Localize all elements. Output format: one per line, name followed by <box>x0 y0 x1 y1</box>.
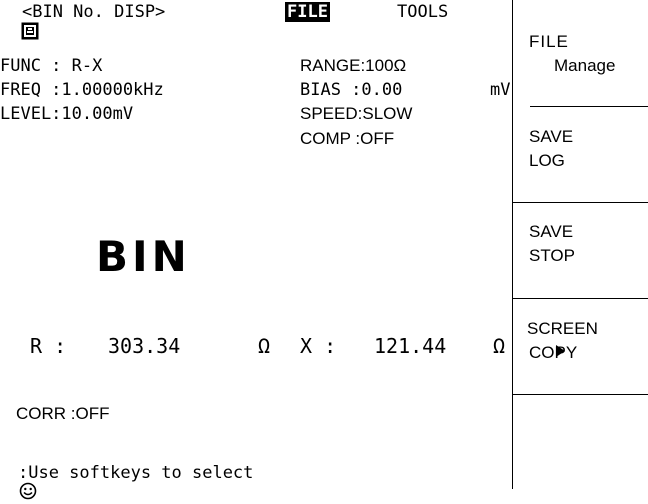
r-label: R : <box>30 334 67 358</box>
softkey-label-line2: LOG <box>529 151 565 170</box>
lock-icon <box>2 3 39 40</box>
softkey-label-line1: SAVE <box>529 127 574 146</box>
softkey-label-line1: FILE <box>529 32 569 51</box>
param-level: LEVEL:10.00mV <box>0 104 134 124</box>
param-bias: BIAS :0.00 <box>300 80 403 100</box>
x-unit: Ω <box>493 334 506 358</box>
param-speed: SPEED:SLOW <box>300 104 413 123</box>
selected-arrow-icon <box>517 323 565 357</box>
softkey-save-stop[interactable]: SAVE STOP <box>513 202 648 298</box>
softkey-separator <box>513 394 648 395</box>
softkey-label-line2: COPY <box>529 343 578 362</box>
smiley-icon <box>0 463 37 500</box>
param-freq: FREQ :1.00000kHz <box>0 80 164 100</box>
r-unit: Ω <box>258 334 271 358</box>
page-title: <BIN No. DISP> <box>22 2 166 22</box>
param-func: FUNC : R-X <box>0 56 103 76</box>
softkey-label-line1: SAVE <box>529 222 574 241</box>
menu-tools[interactable]: TOOLS <box>397 2 448 22</box>
status-message: :Use softkeys to select <box>18 463 254 483</box>
softkey-label-line2: STOP <box>529 246 575 265</box>
softkey-save-log[interactable]: SAVE LOG <box>513 106 648 202</box>
param-range: RANGE:100Ω <box>300 56 407 75</box>
lcr-meter-screen: { "header": { "page_title": "<BIN No. DI… <box>0 0 648 500</box>
corr-status: CORR :OFF <box>16 404 110 423</box>
x-label: X : <box>300 334 337 358</box>
bin-label: BIN <box>96 232 191 281</box>
softkey-label-line2: Manage <box>554 56 616 75</box>
param-bias-unit: mV <box>490 80 511 100</box>
softkey-screen-copy[interactable]: SCREEN COPY <box>513 298 648 394</box>
menu-file[interactable]: FILE <box>285 2 330 22</box>
param-comp: COMP :OFF <box>300 129 395 148</box>
softkey-file-manage[interactable]: FILE Manage <box>513 0 648 96</box>
r-value: 303.34 <box>108 334 181 358</box>
softkey-label-line1: SCREEN <box>527 319 598 338</box>
x-value: 121.44 <box>374 334 447 358</box>
